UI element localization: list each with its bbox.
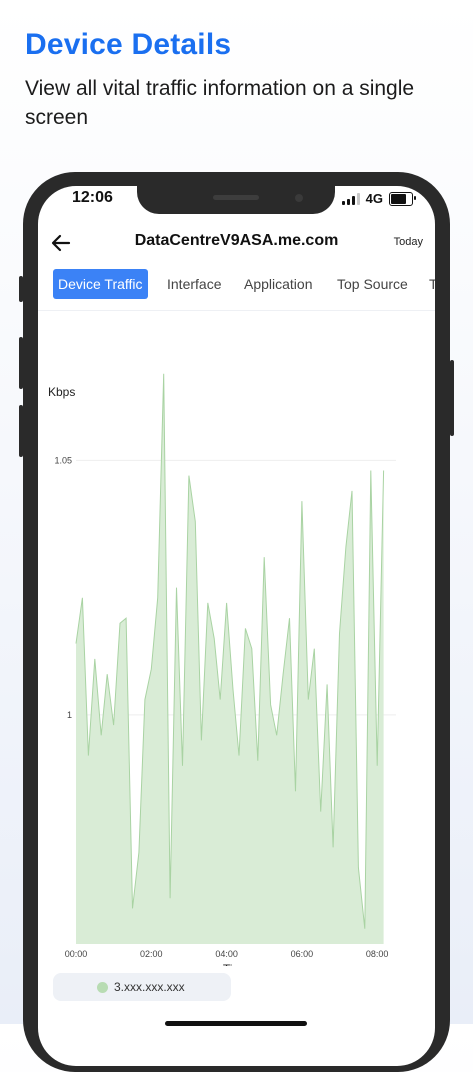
y-tick-label: 1 [67, 710, 72, 720]
tab-device-traffic[interactable]: Device Traffic [53, 269, 148, 299]
headline: Device Details [25, 28, 232, 61]
tab-application[interactable]: Application [244, 269, 313, 299]
network-type: 4G [365, 191, 383, 206]
side-button-power [450, 360, 454, 436]
side-button-volume-up [19, 337, 23, 389]
speaker [213, 195, 259, 200]
x-tick-label: 02:00 [140, 949, 163, 959]
x-tick-label: 00:00 [65, 949, 88, 959]
x-tick-label: 08:00 [366, 949, 389, 959]
tab-partial[interactable]: T [429, 269, 435, 299]
tab-interface[interactable]: Interface [167, 269, 221, 299]
status-indicators: 4G [341, 191, 416, 206]
side-button-silent [19, 276, 23, 302]
phone-screen: 12:06 4G DataCentreV9ASA.me.com Today De… [38, 186, 435, 1066]
y-tick-label: 1.05 [54, 455, 72, 465]
date-range-button[interactable]: Today [394, 236, 423, 248]
series-area [76, 373, 384, 944]
device-traffic-chart: Kbps 1 1.05 00:00 02:00 04:00 06:00 08:00 Time [48, 373, 396, 966]
legend-label: 3.xxx.xxx.xxx [114, 980, 185, 994]
x-tick-label: 06:00 [291, 949, 314, 959]
battery-icon [389, 191, 416, 206]
signal-icon [341, 192, 360, 205]
side-button-volume-down [19, 405, 23, 457]
subheadline: View all vital traffic information on a … [25, 77, 415, 129]
phone-frame: 12:06 4G DataCentreV9ASA.me.com Today De… [19, 172, 454, 1072]
legend-swatch [97, 982, 108, 993]
tab-top-source[interactable]: Top Source [337, 269, 408, 299]
y-axis-label: Kbps [48, 385, 75, 399]
camera [295, 194, 303, 202]
device-title: DataCentreV9ASA.me.com [134, 232, 339, 249]
x-axis-label: Time [223, 962, 250, 966]
x-tick-label: 04:00 [215, 949, 238, 959]
tab-bar: Device Traffic Interface Application Top… [38, 266, 435, 311]
status-time: 12:06 [72, 189, 113, 206]
chart-legend[interactable]: 3.xxx.xxx.xxx [53, 973, 231, 1001]
notch [137, 186, 335, 214]
